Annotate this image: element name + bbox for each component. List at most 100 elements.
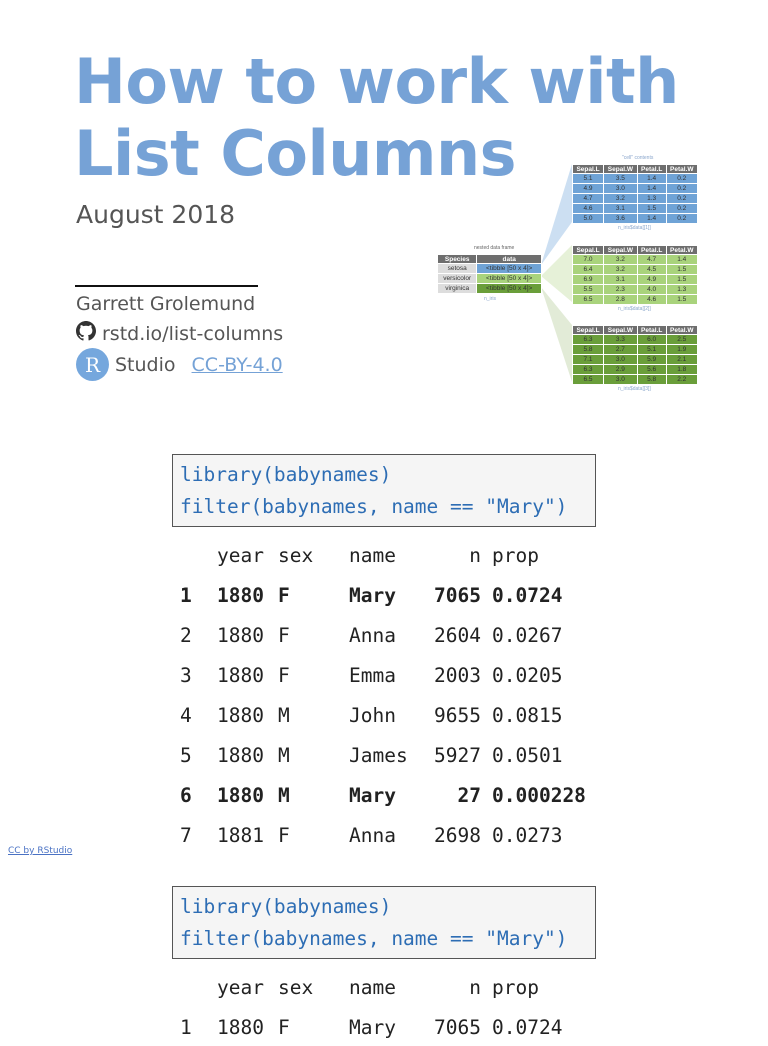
table-cell: 7065 xyxy=(434,584,481,607)
tibble-cell: 4.7 xyxy=(571,193,605,204)
tibble-header: Petal.L xyxy=(636,164,667,174)
species-cell: virginica xyxy=(436,283,478,294)
tibble-cell: 1.8 xyxy=(665,364,698,375)
tibble-cell: 4.5 xyxy=(636,264,667,275)
table-cell: 1880 xyxy=(217,584,264,607)
column-header: prop xyxy=(492,544,539,567)
nested-row: virginica <tibble [50 x 4]> xyxy=(436,283,542,294)
tibble-caption: n_iris$data[[1]] xyxy=(618,225,651,231)
tibble-cell: 1.5 xyxy=(636,203,667,214)
tibble-row: 6.4 3.2 4.5 1.5 xyxy=(571,264,698,275)
tibble-cell: 3.3 xyxy=(603,334,638,345)
table-cell: 1880 xyxy=(217,704,264,727)
tibble-header: Sepal.L xyxy=(571,245,605,255)
tibble-header: Petal.L xyxy=(636,245,667,255)
tibble-row: 5.1 3.5 1.4 0.2 xyxy=(571,173,698,184)
table-row: 1 1880 F Mary 7065 0.0724 xyxy=(0,1016,768,1046)
tibble-row: 5.0 3.6 1.4 0.2 xyxy=(571,213,698,224)
tibble-cell: 4.9 xyxy=(571,183,605,194)
tibble-header: Sepal.L xyxy=(571,164,605,174)
tibble-row: 4.7 3.2 1.3 0.2 xyxy=(571,193,698,204)
nested-row: setosa <tibble [50 x 4]> xyxy=(436,263,542,274)
table-cell: 2698 xyxy=(434,824,481,847)
tibble-cell: 5.9 xyxy=(636,354,667,365)
table-cell: F xyxy=(278,824,290,847)
tibble-row: 7.0 3.2 4.7 1.4 xyxy=(571,254,698,265)
tibble-cell: 5.1 xyxy=(636,344,667,355)
tibble-cell: 5.1 xyxy=(571,173,605,184)
tibble-cell: 1.3 xyxy=(636,193,667,204)
code-line: filter(babynames, name == "Mary") xyxy=(180,927,568,950)
table-cell: 5 xyxy=(180,744,192,767)
tibble-cell: 6.5 xyxy=(571,294,605,305)
tibble-cell: 0.2 xyxy=(665,173,698,184)
table-cell: 1 xyxy=(180,1016,192,1039)
tibble-row: 6.5 2.8 4.6 1.5 xyxy=(571,294,698,305)
tibble-cell: 3.1 xyxy=(603,203,638,214)
tibble-cell: 3.0 xyxy=(603,374,638,385)
tibble-cell: 4.0 xyxy=(636,284,667,295)
tibble-row: 5.5 2.3 4.0 1.3 xyxy=(571,284,698,295)
tibble-cell: 1.4 xyxy=(636,183,667,194)
table-row: 6 1880 M Mary 27 0.000228 xyxy=(0,784,768,814)
tibble-cell: 6.0 xyxy=(636,334,667,345)
tibble-header-row: Sepal.L Sepal.W Petal.L Petal.W xyxy=(571,325,698,335)
table-cell: Mary xyxy=(349,584,396,607)
tibble-cell: 4.9 xyxy=(636,274,667,285)
tibble-row: 6.3 2.9 5.6 1.8 xyxy=(571,364,698,375)
tibble-row: 7.1 3.0 5.9 2.1 xyxy=(571,354,698,365)
column-header: sex xyxy=(278,976,314,999)
table-row: 7 1881 F Anna 2698 0.0273 xyxy=(0,824,768,854)
tibble-header: Petal.W xyxy=(665,325,698,335)
table-header: year sex name n prop xyxy=(0,544,768,574)
tibble-cell: 3.5 xyxy=(603,173,638,184)
species-cell: setosa xyxy=(436,263,478,274)
table-cell: James xyxy=(349,744,408,767)
tibble-cell: 2.1 xyxy=(665,354,698,365)
tibble-cell: 6.9 xyxy=(571,274,605,285)
tibble-caption: n_iris$data[[2]] xyxy=(618,306,651,312)
tibble-cell: 3.2 xyxy=(603,264,638,275)
table-row: 1 1880 F Mary 7065 0.0724 xyxy=(0,584,768,614)
table-row: 5 1880 M James 5927 0.0501 xyxy=(0,744,768,774)
table-cell: 0.0724 xyxy=(492,1016,563,1039)
tibble-cell: 1.4 xyxy=(665,254,698,265)
tibble-cell: 6.3 xyxy=(571,364,605,375)
footer-link[interactable]: CC by RStudio xyxy=(8,846,72,856)
table-row: 3 1880 F Emma 2003 0.0205 xyxy=(0,664,768,694)
table-cell: 1881 xyxy=(217,824,264,847)
column-header: name xyxy=(349,544,396,567)
table-row: 2 1880 F Anna 2604 0.0267 xyxy=(0,624,768,654)
tibble-cell: 3.2 xyxy=(603,193,638,204)
column-header: prop xyxy=(492,976,539,999)
tibble-header-row: Sepal.L Sepal.W Petal.L Petal.W xyxy=(571,164,698,174)
tibble-cell: 2.3 xyxy=(603,284,638,295)
table-cell: 1880 xyxy=(217,624,264,647)
tibble-row: 4.9 3.0 1.4 0.2 xyxy=(571,183,698,194)
nested-header: data xyxy=(476,254,542,264)
tibble-header: Sepal.W xyxy=(603,245,638,255)
tibble-header: Petal.W xyxy=(665,164,698,174)
table-cell: 0.0501 xyxy=(492,744,563,767)
tibble-cell: 0.2 xyxy=(665,213,698,224)
tibble-row: 6.3 3.3 6.0 2.5 xyxy=(571,334,698,345)
table-cell: F xyxy=(278,1016,290,1039)
table-cell: Emma xyxy=(349,664,396,687)
tibble-cell: 0.2 xyxy=(665,193,698,204)
tibble-cell: 1.9 xyxy=(665,344,698,355)
table-cell: Mary xyxy=(349,784,396,807)
table-header: year sex name n prop xyxy=(0,976,768,1006)
tibble-cell: 3.2 xyxy=(603,254,638,265)
table-cell: 0.000228 xyxy=(492,784,586,807)
nested-header-row: Species data xyxy=(436,254,542,264)
tibble-cell: 6.4 xyxy=(571,264,605,275)
table-cell: 1880 xyxy=(217,1016,264,1039)
table-cell: 6 xyxy=(180,784,192,807)
table-cell: 3 xyxy=(180,664,192,687)
tibble-cell: 2.7 xyxy=(603,344,638,355)
table-cell: 0.0724 xyxy=(492,584,563,607)
tibble-cell: 7.0 xyxy=(571,254,605,265)
table-cell: F xyxy=(278,664,290,687)
tibble-cell: 1.4 xyxy=(636,173,667,184)
tibble-cell: 6.3 xyxy=(571,334,605,345)
